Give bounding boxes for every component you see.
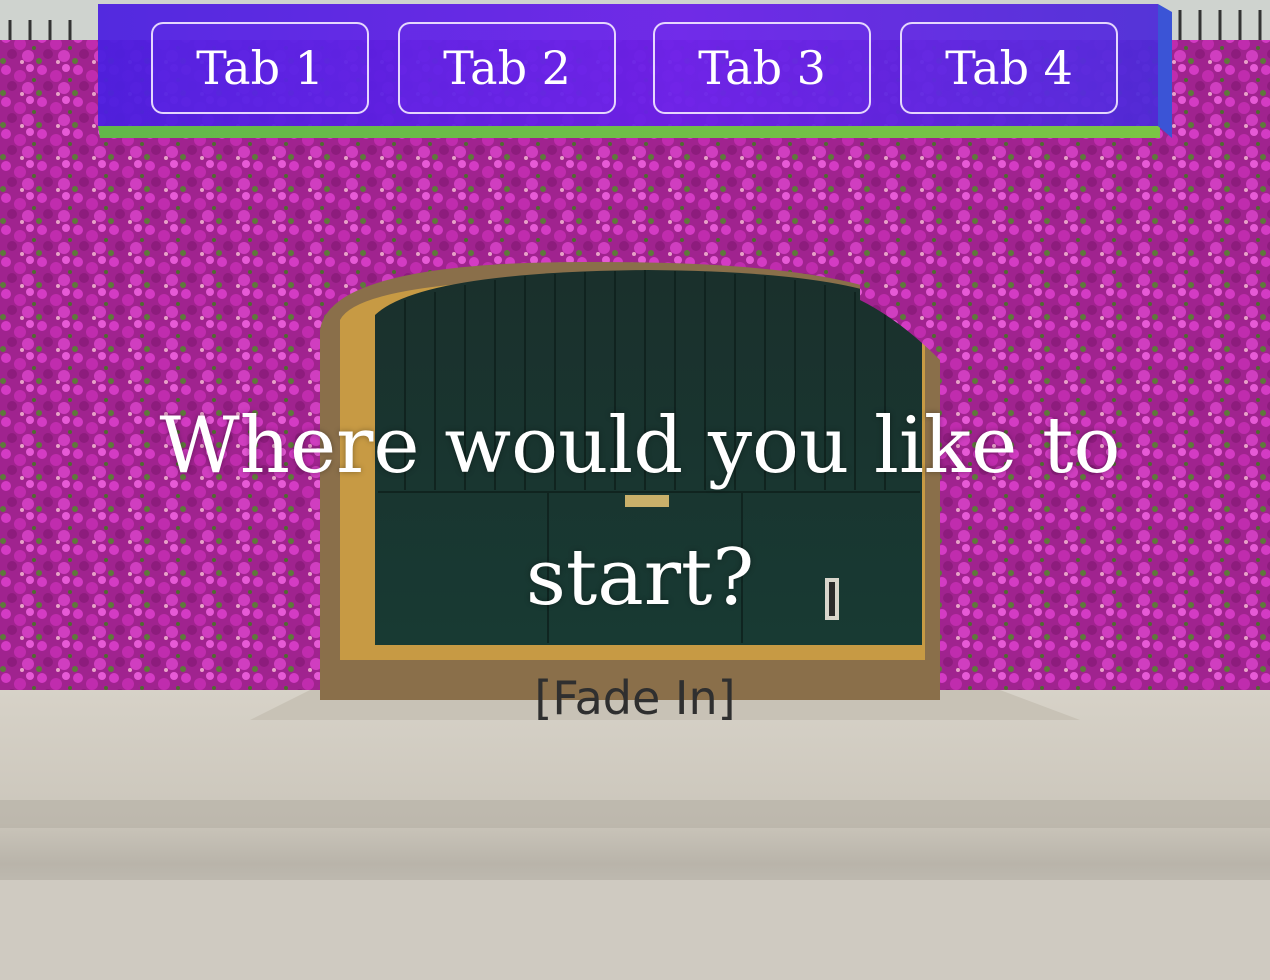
tab-3[interactable]: Tab 3 xyxy=(653,22,871,114)
page-heading: Where would you like to start? xyxy=(159,401,1121,623)
tab-1[interactable]: Tab 1 xyxy=(151,22,369,114)
page: Tab 1 Tab 2 Tab 3 Tab 4 Where would you … xyxy=(0,0,1270,980)
tab-4[interactable]: Tab 4 xyxy=(900,22,1118,114)
tab-bar: Tab 1 Tab 2 Tab 3 Tab 4 xyxy=(98,4,1172,138)
fade-in-caption: [Fade In] xyxy=(534,671,736,725)
tab-2[interactable]: Tab 2 xyxy=(398,22,616,114)
tab-bar-side-edge xyxy=(1158,4,1172,138)
tab-bar-bottom-edge xyxy=(98,126,1160,138)
